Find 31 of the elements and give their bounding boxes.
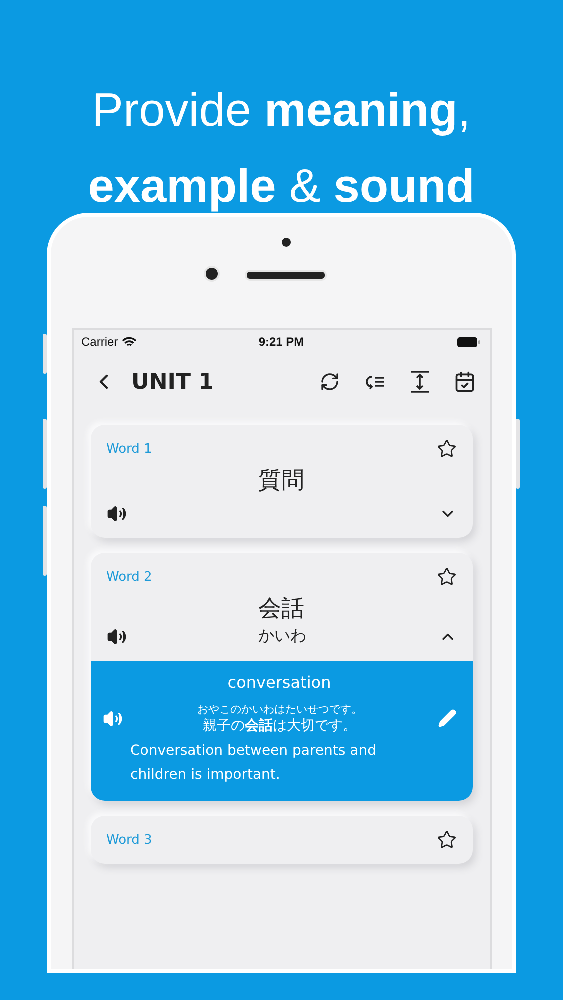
status-time: 9:21 PM xyxy=(258,335,304,349)
refresh-icon[interactable] xyxy=(320,372,340,392)
sensor-dot xyxy=(282,238,291,247)
star-icon[interactable] xyxy=(436,439,456,459)
speaker-icon[interactable] xyxy=(106,504,126,524)
star-icon[interactable] xyxy=(436,567,456,587)
headline-text: Provide meaning, xyxy=(92,82,471,138)
meaning-text: conversation xyxy=(228,673,332,692)
word-label: Word 1 xyxy=(106,442,152,456)
wifi-icon xyxy=(122,336,138,348)
list-icon[interactable] xyxy=(364,373,386,391)
word-card[interactable]: Word 1 質問 xyxy=(90,425,472,538)
example-reading: おやこのかいわはたいせつです。 xyxy=(198,702,362,717)
nav-title: UNIT 1 xyxy=(132,370,215,394)
example-sentence: 親子の会話は大切です。 xyxy=(203,717,357,735)
word-card[interactable]: Word 2 会話 かいわ conversation おやこのかいわはたいせつです。 親子の会話は大切です。 Conversation between parents and children is important. xyxy=(90,553,472,801)
carrier-text: Carrier xyxy=(82,335,118,349)
battery-icon xyxy=(457,336,482,348)
camera-dot xyxy=(206,268,218,280)
word-text: 会話 xyxy=(258,595,304,624)
word-text: 質問 xyxy=(258,467,304,496)
word-reading: かいわ xyxy=(258,626,306,647)
headline-text: example & sound xyxy=(88,158,475,214)
expand-icon[interactable] xyxy=(410,371,430,393)
word-label: Word 3 xyxy=(106,832,152,848)
speaker-icon[interactable] xyxy=(106,626,126,646)
calendar-check-icon[interactable] xyxy=(454,371,476,393)
edit-icon[interactable] xyxy=(438,709,456,728)
translation-text: Conversation between parents and children is important. xyxy=(130,742,378,785)
star-icon[interactable] xyxy=(436,830,456,850)
word-label: Word 2 xyxy=(106,570,152,584)
